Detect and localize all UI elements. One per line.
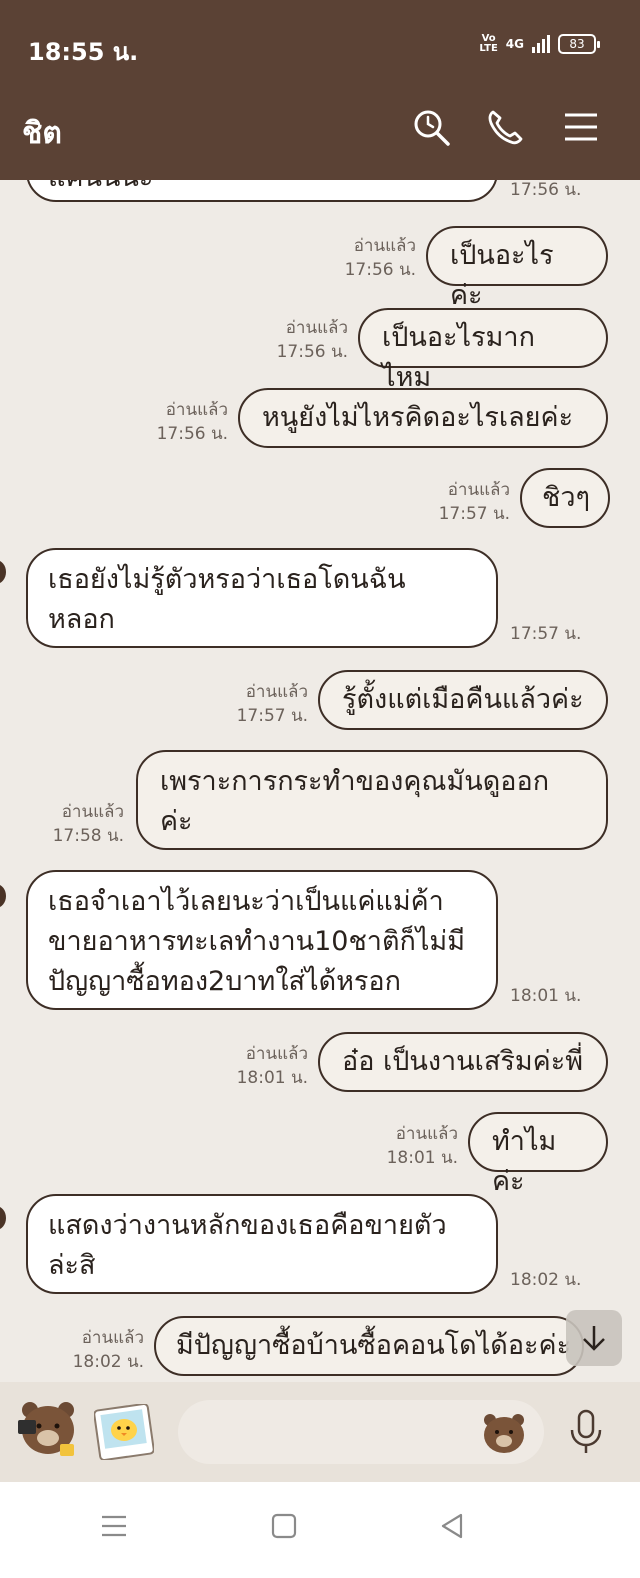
message-bubble-outgoing[interactable]: เป็นอะไรค่ะ bbox=[426, 226, 608, 311]
chick-photo-icon[interactable] bbox=[94, 1404, 154, 1460]
message-text-line: ค่ะ bbox=[160, 806, 193, 837]
message-time: 18:02 น. bbox=[510, 1270, 582, 1290]
message-read-status: อ่านแล้ว 17:56 น. bbox=[276, 318, 348, 362]
message-read-status: อ่านแล้ว 18:02 น. bbox=[72, 1328, 144, 1372]
back-icon[interactable] bbox=[438, 1512, 466, 1540]
message-bubble-outgoing[interactable]: ทำไมค่ะ bbox=[468, 1112, 608, 1197]
status-time: 18:55 น. bbox=[28, 38, 139, 66]
arrow-down-icon bbox=[583, 1326, 605, 1351]
message-text: อ๋อ เป็นงานเสริมค่ะพี่ bbox=[342, 1046, 584, 1077]
message-text: ทำไมค่ะ bbox=[492, 1126, 557, 1197]
message-read-status: อ่านแล้ว 17:57 น. bbox=[236, 682, 308, 726]
message-text-line: ปัญญาซื้อทอง2บาทใส่ได้หรอก bbox=[48, 966, 401, 997]
message-text-line: ล่ะสิ bbox=[48, 1250, 96, 1281]
message-read-status: อ่านแล้ว 17:57 น. bbox=[438, 480, 510, 524]
message-time: 17:56 น. bbox=[510, 180, 582, 200]
message-bubble-outgoing[interactable]: หนูยังไม่ไหรคิดอะไรเลยค่ะ bbox=[238, 388, 608, 448]
message-text-line: เธอจำเอาไว้เลยนะว่าเป็นแค่แม่ค้า bbox=[48, 886, 444, 917]
message-read-status: อ่านแล้ว 18:01 น. bbox=[236, 1044, 308, 1088]
message-bubble-outgoing[interactable]: ชิวๆ bbox=[520, 468, 610, 528]
menu-icon[interactable] bbox=[560, 106, 602, 148]
phone-icon[interactable] bbox=[484, 106, 526, 148]
message-text: หนูยังไม่ไหรคิดอะไรเลยค่ะ bbox=[262, 402, 574, 433]
message-text-line: ขายอาหารทะเลทำงาน10ชาติก็ไม่มี bbox=[48, 926, 466, 957]
scroll-to-bottom-button[interactable] bbox=[566, 1310, 622, 1366]
message-text: เป็นอะไรมากไหม bbox=[382, 322, 535, 393]
bear-sticker-icon[interactable] bbox=[14, 1396, 82, 1464]
message-bubble-outgoing[interactable]: เพราะการกระทำของคุณมันดูออก ค่ะ bbox=[136, 750, 608, 850]
battery-icon: 83 bbox=[558, 34, 600, 54]
message-bubble-outgoing[interactable]: อ๋อ เป็นงานเสริมค่ะพี่ bbox=[318, 1032, 608, 1092]
message-text-line: เพราะการกระทำของคุณมันดูออก bbox=[160, 766, 550, 797]
message-text: มีปัญญาซื้อบ้านซื้อคอนโดได้อะค่ะ bbox=[176, 1330, 572, 1361]
message-time: 17:57 น. bbox=[510, 624, 582, 644]
status-icons: Vo LTE 4G 83 bbox=[479, 33, 600, 54]
signal-icon bbox=[532, 35, 550, 53]
message-text: แค่นั้นนะ bbox=[48, 180, 153, 193]
message-bubble-outgoing[interactable]: รู้ตั้งแต่เมือคืนแล้วค่ะ bbox=[318, 670, 608, 730]
chat-area[interactable]: แค่นั้นนะ 17:56 น. อ่านแล้ว 17:56 น. เป็… bbox=[0, 180, 640, 1382]
message-input-bar bbox=[0, 1382, 640, 1482]
message-bubble-incoming[interactable]: แค่นั้นนะ bbox=[26, 180, 498, 202]
system-nav-bar bbox=[0, 1482, 640, 1578]
message-bubble-outgoing[interactable]: เป็นอะไรมากไหม bbox=[358, 308, 608, 393]
message-text-line: แสดงว่างานหลักของเธอคือขายตัว bbox=[48, 1210, 447, 1241]
message-time: 18:01 น. bbox=[510, 986, 582, 1006]
message-text-line: เธอยังไม่รู้ตัวหรอว่าเธอโดนฉัน bbox=[48, 564, 406, 595]
search-icon[interactable] bbox=[410, 106, 452, 148]
volte-icon: Vo LTE bbox=[479, 33, 498, 54]
message-read-status: อ่านแล้ว 17:56 น. bbox=[156, 400, 228, 444]
status-bar: 18:55 น. Vo LTE 4G 83 bbox=[0, 0, 640, 76]
avatar[interactable] bbox=[0, 560, 6, 584]
message-text: ชิวๆ bbox=[542, 482, 590, 513]
chat-header: ชิต bbox=[0, 76, 640, 180]
home-icon[interactable] bbox=[270, 1512, 298, 1540]
avatar[interactable] bbox=[0, 884, 6, 908]
message-text-line: หลอก bbox=[48, 604, 115, 635]
message-bubble-incoming[interactable]: เธอยังไม่รู้ตัวหรอว่าเธอโดนฉัน หลอก bbox=[26, 548, 498, 648]
microphone-icon[interactable] bbox=[566, 1408, 606, 1456]
message-text: รู้ตั้งแต่เมือคืนแล้วค่ะ bbox=[342, 684, 584, 715]
message-bubble-incoming[interactable]: เธอจำเอาไว้เลยนะว่าเป็นแค่แม่ค้า ขายอาหา… bbox=[26, 870, 498, 1010]
bear-emoji-icon[interactable] bbox=[480, 1410, 528, 1456]
message-read-status: อ่านแล้ว 17:56 น. bbox=[344, 236, 416, 280]
message-bubble-incoming[interactable]: แสดงว่างานหลักของเธอคือขายตัว ล่ะสิ bbox=[26, 1194, 498, 1294]
network-type: 4G bbox=[505, 37, 524, 51]
message-text: เป็นอะไรค่ะ bbox=[450, 240, 554, 311]
message-read-status: อ่านแล้ว 17:58 น. bbox=[52, 802, 124, 846]
recent-apps-icon[interactable] bbox=[100, 1512, 128, 1540]
chat-title[interactable]: ชิต bbox=[22, 110, 62, 157]
message-bubble-outgoing[interactable]: มีปัญญาซื้อบ้านซื้อคอนโดได้อะค่ะ bbox=[154, 1316, 584, 1376]
message-read-status: อ่านแล้ว 18:01 น. bbox=[386, 1124, 458, 1168]
avatar[interactable] bbox=[0, 1206, 6, 1230]
